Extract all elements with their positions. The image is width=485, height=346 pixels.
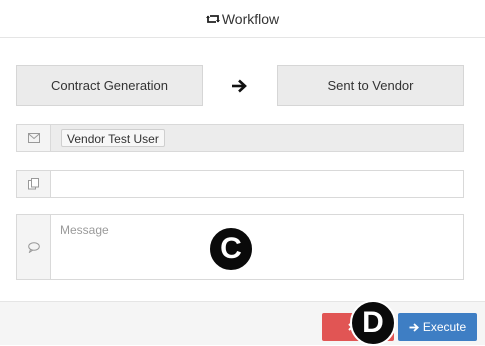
arrow-right-icon	[409, 322, 419, 332]
cc-field-group	[16, 170, 464, 198]
to-field[interactable]: Vendor Test User	[51, 125, 463, 151]
stage-from: Contract Generation	[16, 65, 203, 106]
marker-d: D	[350, 300, 396, 346]
execute-button[interactable]: Execute	[398, 313, 477, 341]
modal-footer: C Execute	[0, 301, 485, 345]
stage-to: Sent to Vendor	[277, 65, 464, 106]
retweet-icon	[205, 13, 220, 25]
envelope-icon	[17, 125, 51, 151]
marker-c: C	[208, 226, 254, 272]
message-field	[51, 215, 463, 279]
comment-icon	[17, 215, 51, 279]
cc-field	[51, 171, 463, 197]
to-field-group: Vendor Test User	[16, 124, 464, 152]
cc-input[interactable]	[51, 171, 463, 197]
copy-icon	[17, 171, 51, 197]
modal-title: Workflow	[221, 10, 280, 27]
arrow-right-icon	[229, 78, 249, 94]
modal-header: Workflow	[0, 0, 485, 38]
recipient-tag[interactable]: Vendor Test User	[61, 129, 165, 147]
message-input[interactable]	[51, 215, 463, 279]
execute-label: Execute	[422, 320, 467, 334]
